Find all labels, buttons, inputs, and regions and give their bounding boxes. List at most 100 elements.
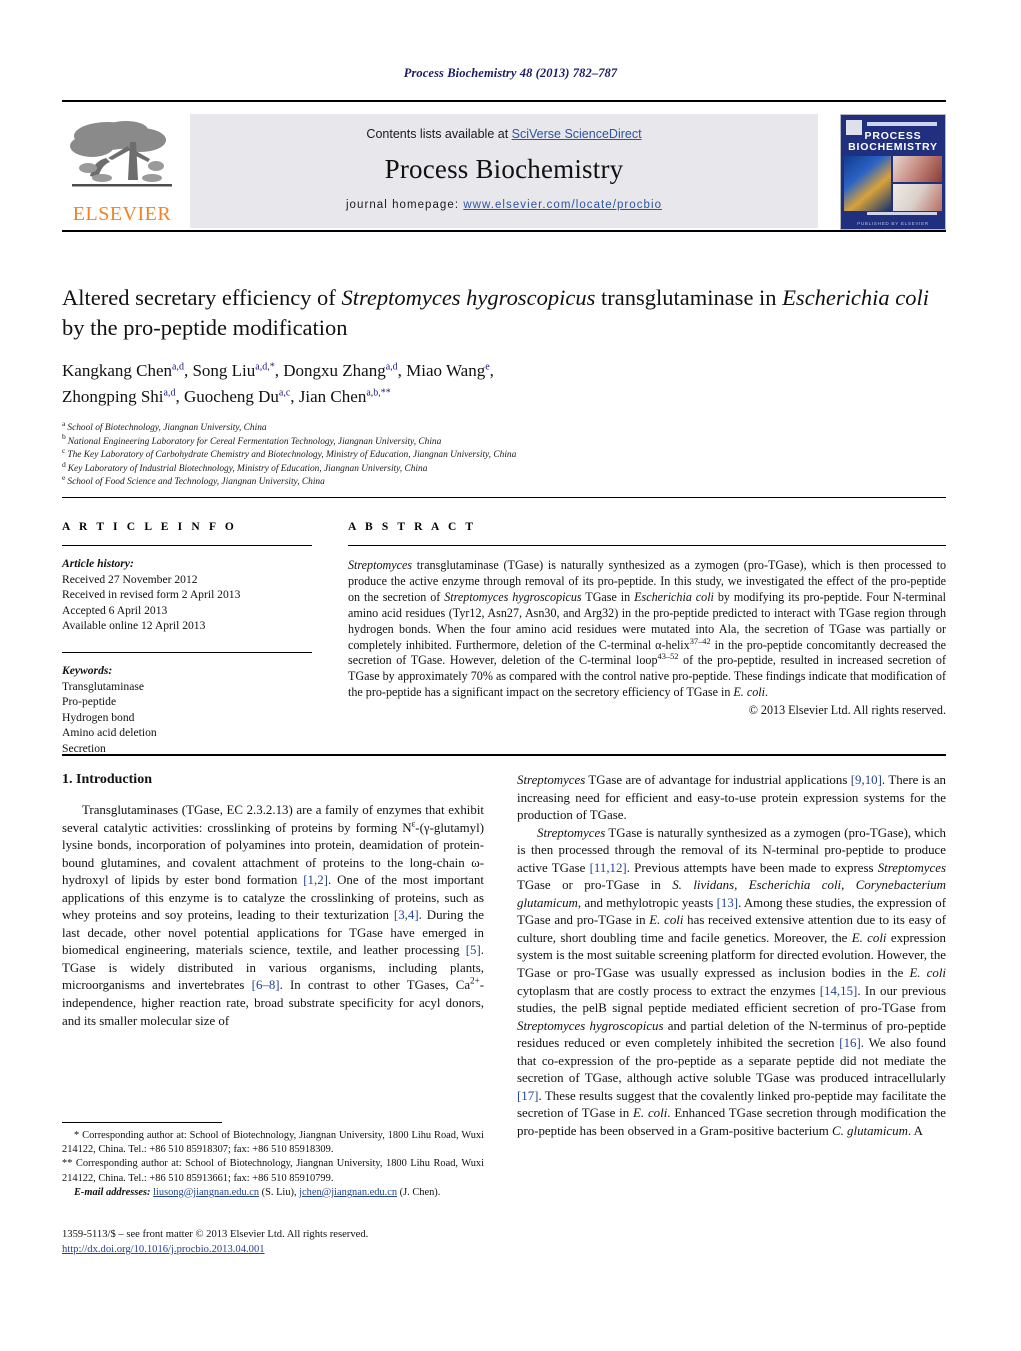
- cover-photo-1: [844, 156, 891, 211]
- elsevier-wordmark: ELSEVIER: [72, 203, 172, 225]
- affiliation-text: National Engineering Laboratory for Cere…: [67, 436, 442, 447]
- article-info-section: A R T I C L E I N F O Article history: R…: [62, 521, 312, 757]
- body-column-right: Streptomyces TGase are of advantage for …: [517, 772, 946, 1140]
- abstract-species-4: E. coli: [733, 685, 765, 700]
- intro-r-species-9: E. coli: [633, 1106, 668, 1121]
- keywords-rule: [62, 651, 312, 653]
- citation-ref[interactable]: [11,12]: [590, 861, 627, 875]
- running-head: Process Biochemistry 48 (2013) 782–787: [403, 66, 618, 80]
- abstract-text: Streptomyces transglutaminase (TGase) is…: [348, 558, 946, 701]
- author: Miao Wange,: [406, 361, 494, 380]
- issn-line: 1359-5113/$ – see front matter © 2013 El…: [62, 1229, 369, 1240]
- journal-article-page: Process Biochemistry 48 (2013) 782–787 E…: [0, 0, 1021, 1351]
- info-section-rule-top: [62, 497, 946, 498]
- title-part-1: Altered secretary efficiency of: [62, 285, 342, 310]
- email-owner-2: (J. Chen).: [399, 1186, 441, 1198]
- intro-r-10: cytoplasm that are costly process to ext…: [517, 983, 820, 998]
- author-name: Zhongping Shi: [62, 387, 164, 406]
- copyright-line: © 2013 Elsevier Ltd. All rights reserved…: [748, 703, 946, 718]
- article-history-group: Article history: Received 27 November 20…: [62, 556, 312, 634]
- intro-r-1: TGase are of advantage for industrial ap…: [585, 773, 851, 787]
- cover-bottom-bar: [867, 212, 937, 215]
- affiliation-item: a School of Biotechnology, Jiangnan Unive…: [62, 418, 946, 436]
- intro-r-species-8: Streptomyces hygroscopicus: [517, 1018, 664, 1033]
- article-info-heading: A R T I C L E I N F O: [62, 521, 237, 533]
- affiliation-mark: e: [62, 473, 66, 483]
- affiliation-text: School of Food Science and Technology, J…: [67, 477, 325, 488]
- abstract-superscript-1: 37–42: [689, 636, 711, 646]
- keyword-item: Transglutaminase: [62, 679, 145, 693]
- intro-paragraph-right-1: Streptomyces TGase are of advantage for …: [517, 772, 946, 825]
- affiliation-item: d Key Laboratory of Industrial Biotechnol…: [62, 460, 946, 477]
- author-affiliation-marks: a,c: [278, 387, 291, 399]
- email-link-liusong[interactable]: liusong@jiangnan.edu.cn: [153, 1187, 259, 1198]
- citation-ref[interactable]: [14,15]: [820, 984, 858, 998]
- author-name: Miao Wang: [406, 361, 486, 380]
- doi-link[interactable]: http://dx.doi.org/10.1016/j.procbio.2013…: [62, 1244, 265, 1255]
- article-history-label: Article history:: [62, 557, 134, 570]
- history-item: Accepted 6 April 2013: [62, 603, 168, 617]
- abstract-superscript-2: 43–52: [657, 652, 679, 662]
- author-affiliation-marks: a,d: [163, 387, 176, 399]
- contents-prefix: Contents lists available at: [366, 127, 512, 141]
- intro-r-species-1: Streptomyces: [517, 773, 586, 787]
- affiliation-text: The Key Laboratory of Carbohydrate Chemi…: [67, 450, 517, 461]
- affiliation-item: e School of Food Science and Technology, …: [62, 473, 946, 490]
- cover-footer-text: PUBLISHED BY ELSEVIER: [857, 221, 929, 226]
- title-species-2: Escherichia coli: [782, 285, 930, 310]
- affiliation-mark: c: [62, 446, 66, 456]
- author-name: Jian Chen: [298, 387, 367, 406]
- author-affiliation-marks: a,d: [172, 361, 184, 373]
- journal-homepage-link[interactable]: www.elsevier.com/locate/procbio: [463, 199, 662, 211]
- author: Kangkang Chena,d,: [62, 361, 192, 380]
- affiliation-list: a School of Biotechnology, Jiangnan Unive…: [62, 418, 946, 490]
- masthead-center-band: Contents lists available at SciVerse Sci…: [190, 114, 818, 228]
- author: Jian Chena,b,**: [299, 387, 391, 406]
- contents-list-line: Contents lists available at SciVerse Sci…: [190, 114, 818, 141]
- citation-ref[interactable]: [6–8]: [252, 978, 280, 992]
- citation-ref[interactable]: [1,2]: [303, 873, 328, 887]
- email-label: E-mail addresses:: [74, 1186, 151, 1198]
- sciencedirect-link[interactable]: SciVerse ScienceDirect: [512, 127, 642, 141]
- email-note: E-mail addresses: liusong@jiangnan.edu.c…: [62, 1186, 484, 1200]
- cover-photo-collage: [844, 156, 942, 211]
- corresponding-author-note-1: * Corresponding author at: School of Bio…: [62, 1130, 484, 1156]
- citation-ref[interactable]: [16]: [839, 1036, 860, 1050]
- abstract-section: A B S T R A C T Streptomyces transglutam…: [348, 521, 946, 718]
- keywords-group: Keywords: Transglutaminase Pro-peptide H…: [62, 663, 312, 757]
- article-info-rule: [62, 545, 312, 546]
- author-separator: ,: [274, 361, 284, 380]
- citation-ref[interactable]: [13]: [717, 896, 738, 910]
- elsevier-logo: ELSEVIER: [64, 114, 180, 228]
- citation-ref[interactable]: [3,4]: [394, 908, 419, 922]
- title-part-3: by the pro-peptide modification: [62, 315, 348, 340]
- abstract-species-2: Streptomyces hygroscopicus: [444, 589, 582, 604]
- email-link-jchen[interactable]: jchen@jiangnan.edu.cn: [299, 1187, 397, 1198]
- homepage-prefix: journal homepage:: [345, 199, 464, 211]
- cover-title: PROCESS BIOCHEMISTRY: [848, 130, 938, 153]
- intro-r-species-10: C. glutamicum: [832, 1123, 908, 1138]
- keyword-item: Pro-peptide: [62, 695, 117, 709]
- intro-r-species-7: E. coli: [909, 966, 946, 981]
- intro-r-5: TGase or pro-TGase in: [517, 878, 673, 893]
- author: Zhongping Shia,d,: [62, 387, 184, 406]
- author-affiliation-marks: a,d,*: [255, 361, 275, 373]
- author-separator: ,: [290, 387, 299, 406]
- journal-cover-thumbnail[interactable]: PROCESS BIOCHEMISTRY PUBLISHED BY ELSEVI…: [840, 114, 946, 230]
- author-separator: ,: [489, 361, 494, 380]
- imprint-block: 1359-5113/$ – see front matter © 2013 El…: [62, 1227, 502, 1257]
- author: Guocheng Dua,c,: [184, 387, 299, 406]
- cover-top-bar: [867, 122, 937, 126]
- author-name: Dongxu Zhang: [283, 361, 386, 380]
- intro-r-species-6: E. coli: [851, 930, 887, 945]
- abstract-rule: [348, 545, 946, 546]
- body-section-rule: [62, 754, 946, 756]
- intro-l-sup-charge: 2+: [470, 976, 480, 987]
- section-heading-introduction: 1. Introduction: [62, 772, 152, 787]
- affiliation-mark: a: [62, 418, 66, 428]
- citation-ref[interactable]: [17]: [517, 1089, 538, 1103]
- intro-paragraph-right-2: Streptomyces TGase is naturally synthesi…: [517, 825, 946, 1141]
- masthead-rule-top: [62, 100, 946, 102]
- citation-ref[interactable]: [5]: [466, 943, 481, 957]
- citation-ref[interactable]: [9,10]: [851, 773, 882, 787]
